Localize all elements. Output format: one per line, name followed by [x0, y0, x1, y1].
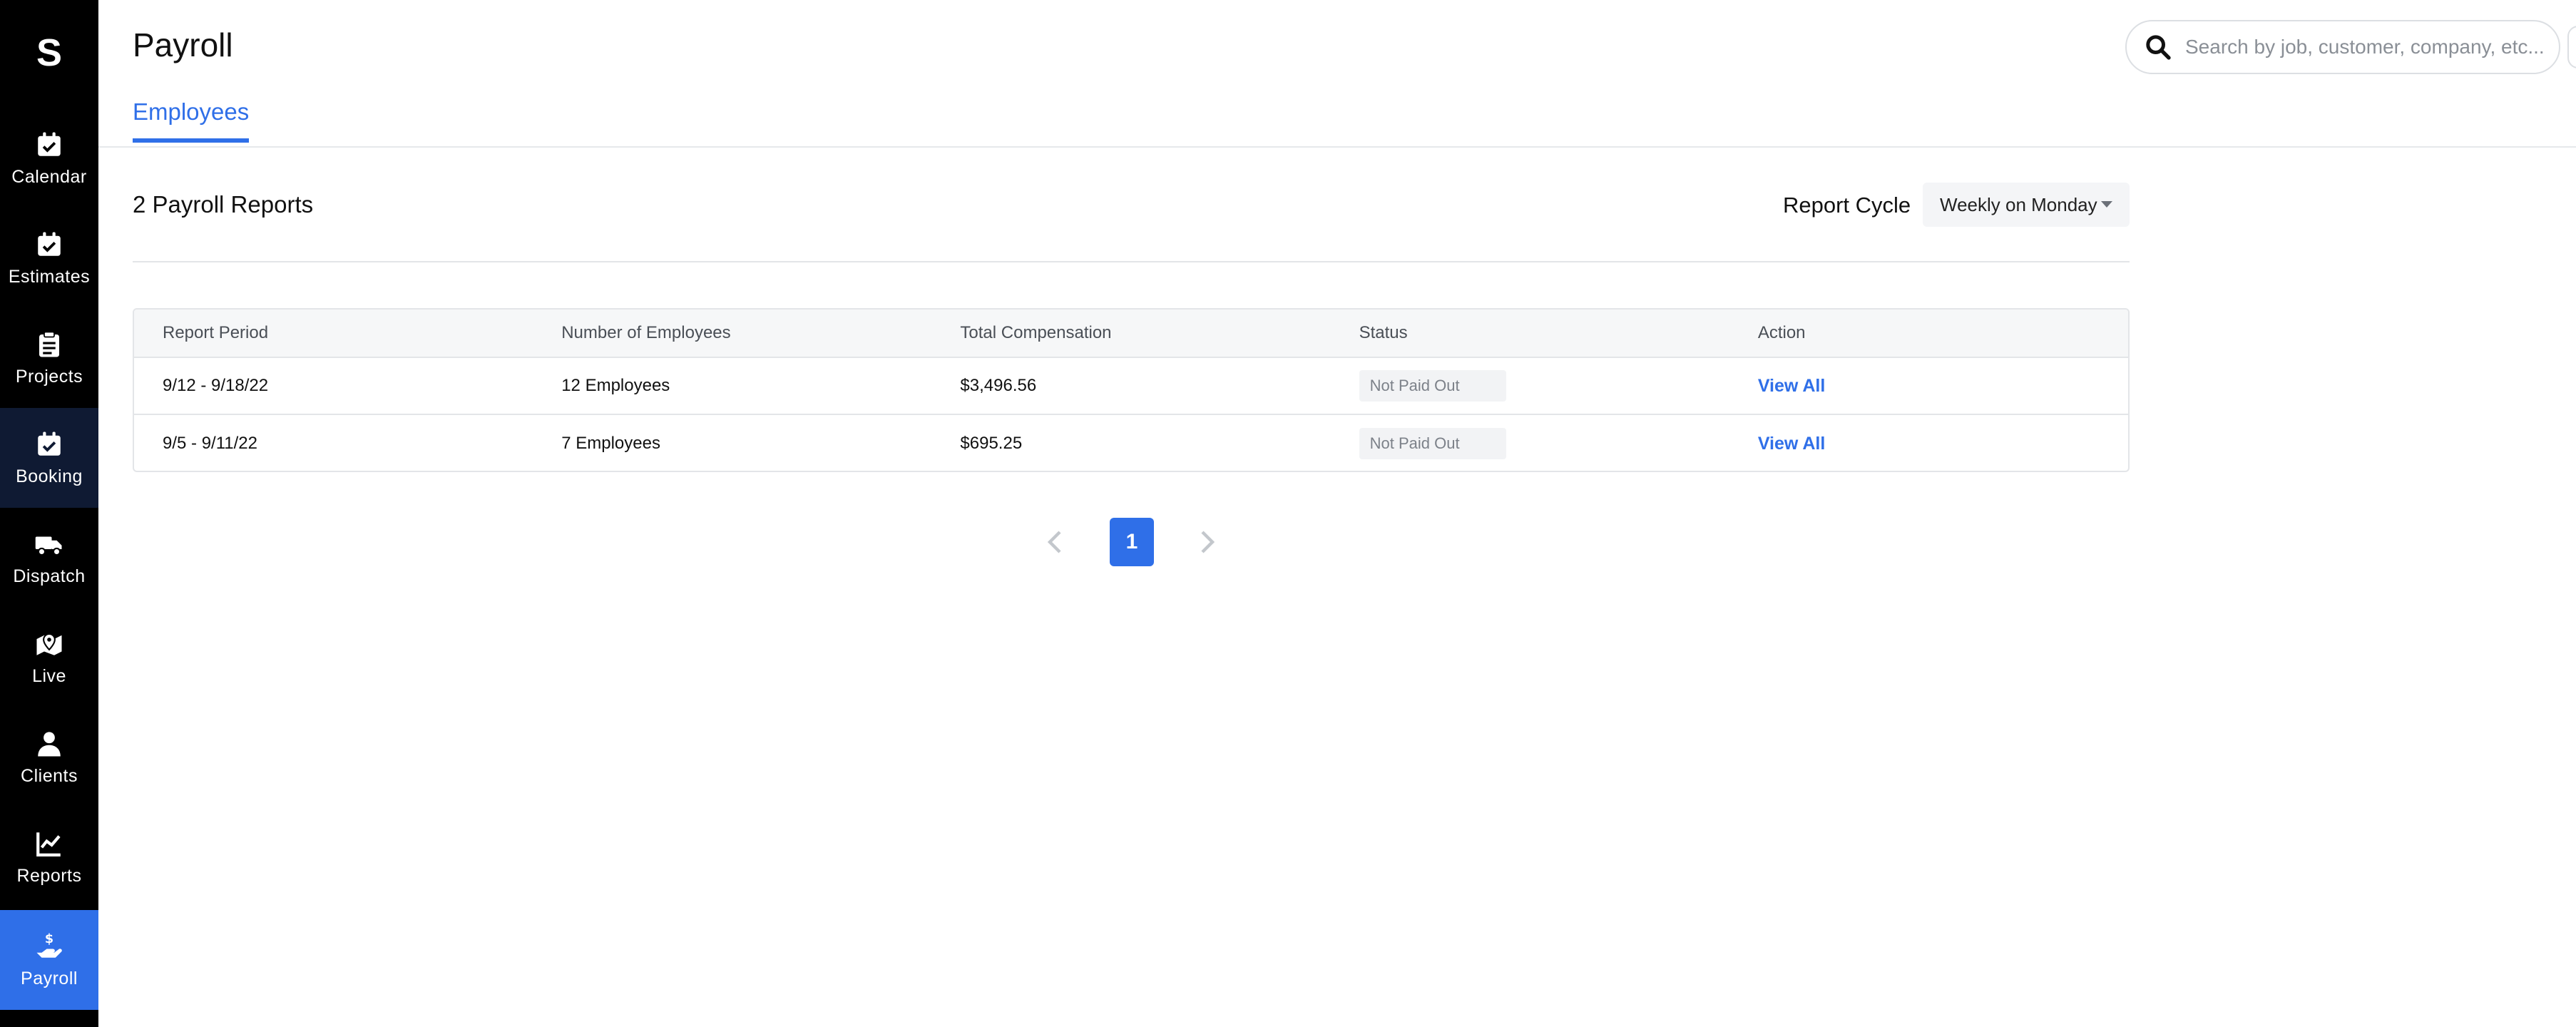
sidebar-item-booking[interactable]: Booking — [0, 408, 98, 508]
truck-icon — [35, 536, 62, 556]
report-period: 9/5 - 9/11/22 — [163, 434, 257, 453]
report-period: 9/12 - 9/18/22 — [163, 376, 269, 395]
pagination-next-button[interactable] — [1191, 526, 1222, 558]
sidebar-item-projects[interactable]: Projects — [0, 308, 98, 408]
search-box[interactable] — [2125, 20, 2560, 74]
clipboard-icon — [39, 331, 59, 357]
pagination-prev-button[interactable] — [1040, 526, 1071, 558]
employee-count: 7 Employees — [561, 434, 660, 453]
status-badge: Not Paid Out — [1359, 428, 1506, 459]
tab-employees[interactable]: Employees — [133, 98, 250, 143]
sidebar-item-label: Clients — [21, 765, 78, 786]
report-cycle-value: Weekly on Monday — [1940, 193, 2097, 215]
table-row: 9/12 - 9/18/22 12 Employees $3,496.56 No… — [134, 358, 2128, 415]
sidebar-item-label: Booking — [16, 466, 83, 486]
report-cycle-label: Report Cycle — [1783, 193, 1911, 218]
search-icon — [2146, 35, 2171, 60]
sidebar-item-live[interactable]: Live — [0, 608, 98, 707]
reports-count: 2 Payroll Reports — [133, 191, 314, 218]
line-chart-icon — [36, 832, 61, 857]
svg-text:$: $ — [45, 931, 53, 946]
sidebar-item-label: Reports — [16, 865, 82, 886]
employee-count: 12 Employees — [561, 376, 670, 395]
payroll-reports-table: Report Period Number of Employees Total … — [133, 308, 2130, 472]
calendar-check-icon — [38, 132, 61, 156]
status-cell: Not Paid Out — [1331, 370, 1729, 402]
hand-dollar-icon: $ — [36, 931, 62, 958]
sidebar-item-label: Calendar — [11, 166, 87, 187]
column-header: Report Period — [163, 323, 269, 342]
action-cell: View All — [1729, 376, 2128, 397]
sidebar-item-estimates[interactable]: Estimates — [0, 208, 98, 308]
pagination-page-1[interactable]: 1 — [1110, 518, 1154, 566]
section-divider — [133, 261, 2130, 262]
chevron-down-icon — [2101, 201, 2112, 208]
sidebar-item-label: Live — [32, 665, 66, 686]
total-compensation: $695.25 — [960, 434, 1023, 453]
user-icon — [38, 731, 61, 756]
calendar-check-icon — [38, 431, 61, 456]
column-header: Total Compensation — [960, 323, 1112, 342]
status-badge: Not Paid Out — [1359, 370, 1506, 402]
page-title: Payroll — [133, 26, 233, 63]
sidebar: S Calendar Estimates Projects Booking Di… — [0, 0, 98, 1027]
table-header: Report Period Number of Employees Total … — [134, 310, 2128, 358]
status-cell: Not Paid Out — [1331, 428, 1729, 459]
view-all-link[interactable]: View All — [1758, 376, 1825, 396]
header-divider — [98, 146, 2576, 148]
report-cycle-select[interactable]: Weekly on Monday — [1923, 183, 2130, 227]
column-header: Number of Employees — [561, 323, 731, 342]
view-all-link[interactable]: View All — [1758, 434, 1825, 454]
table-row: 9/5 - 9/11/22 7 Employees $695.25 Not Pa… — [134, 415, 2128, 471]
sidebar-item-label: Estimates — [8, 266, 91, 287]
chevron-right-icon — [1201, 531, 1215, 553]
sidebar-item-calendar[interactable]: Calendar — [0, 108, 98, 208]
app-logo[interactable]: S — [0, 26, 98, 80]
map-pin-icon — [36, 633, 62, 655]
column-header: Action — [1757, 323, 1806, 342]
sidebar-item-label: Projects — [15, 366, 83, 387]
sidebar-item-label: Dispatch — [13, 566, 86, 586]
search-input[interactable] — [2185, 36, 2556, 58]
sidebar-item-clients[interactable]: Clients — [0, 707, 98, 807]
column-header: Status — [1359, 323, 1408, 342]
sidebar-item-reports[interactable]: Reports — [0, 807, 98, 907]
header-extra-control[interactable] — [2567, 26, 2576, 68]
chevron-left-icon — [1047, 531, 1061, 553]
calendar-check-icon — [38, 232, 61, 256]
action-cell: View All — [1729, 434, 2128, 454]
sidebar-item-label: Payroll — [21, 968, 78, 988]
sidebar-item-payroll[interactable]: $ Payroll — [0, 910, 98, 1010]
sidebar-item-dispatch[interactable]: Dispatch — [0, 508, 98, 608]
total-compensation: $3,496.56 — [960, 376, 1037, 395]
